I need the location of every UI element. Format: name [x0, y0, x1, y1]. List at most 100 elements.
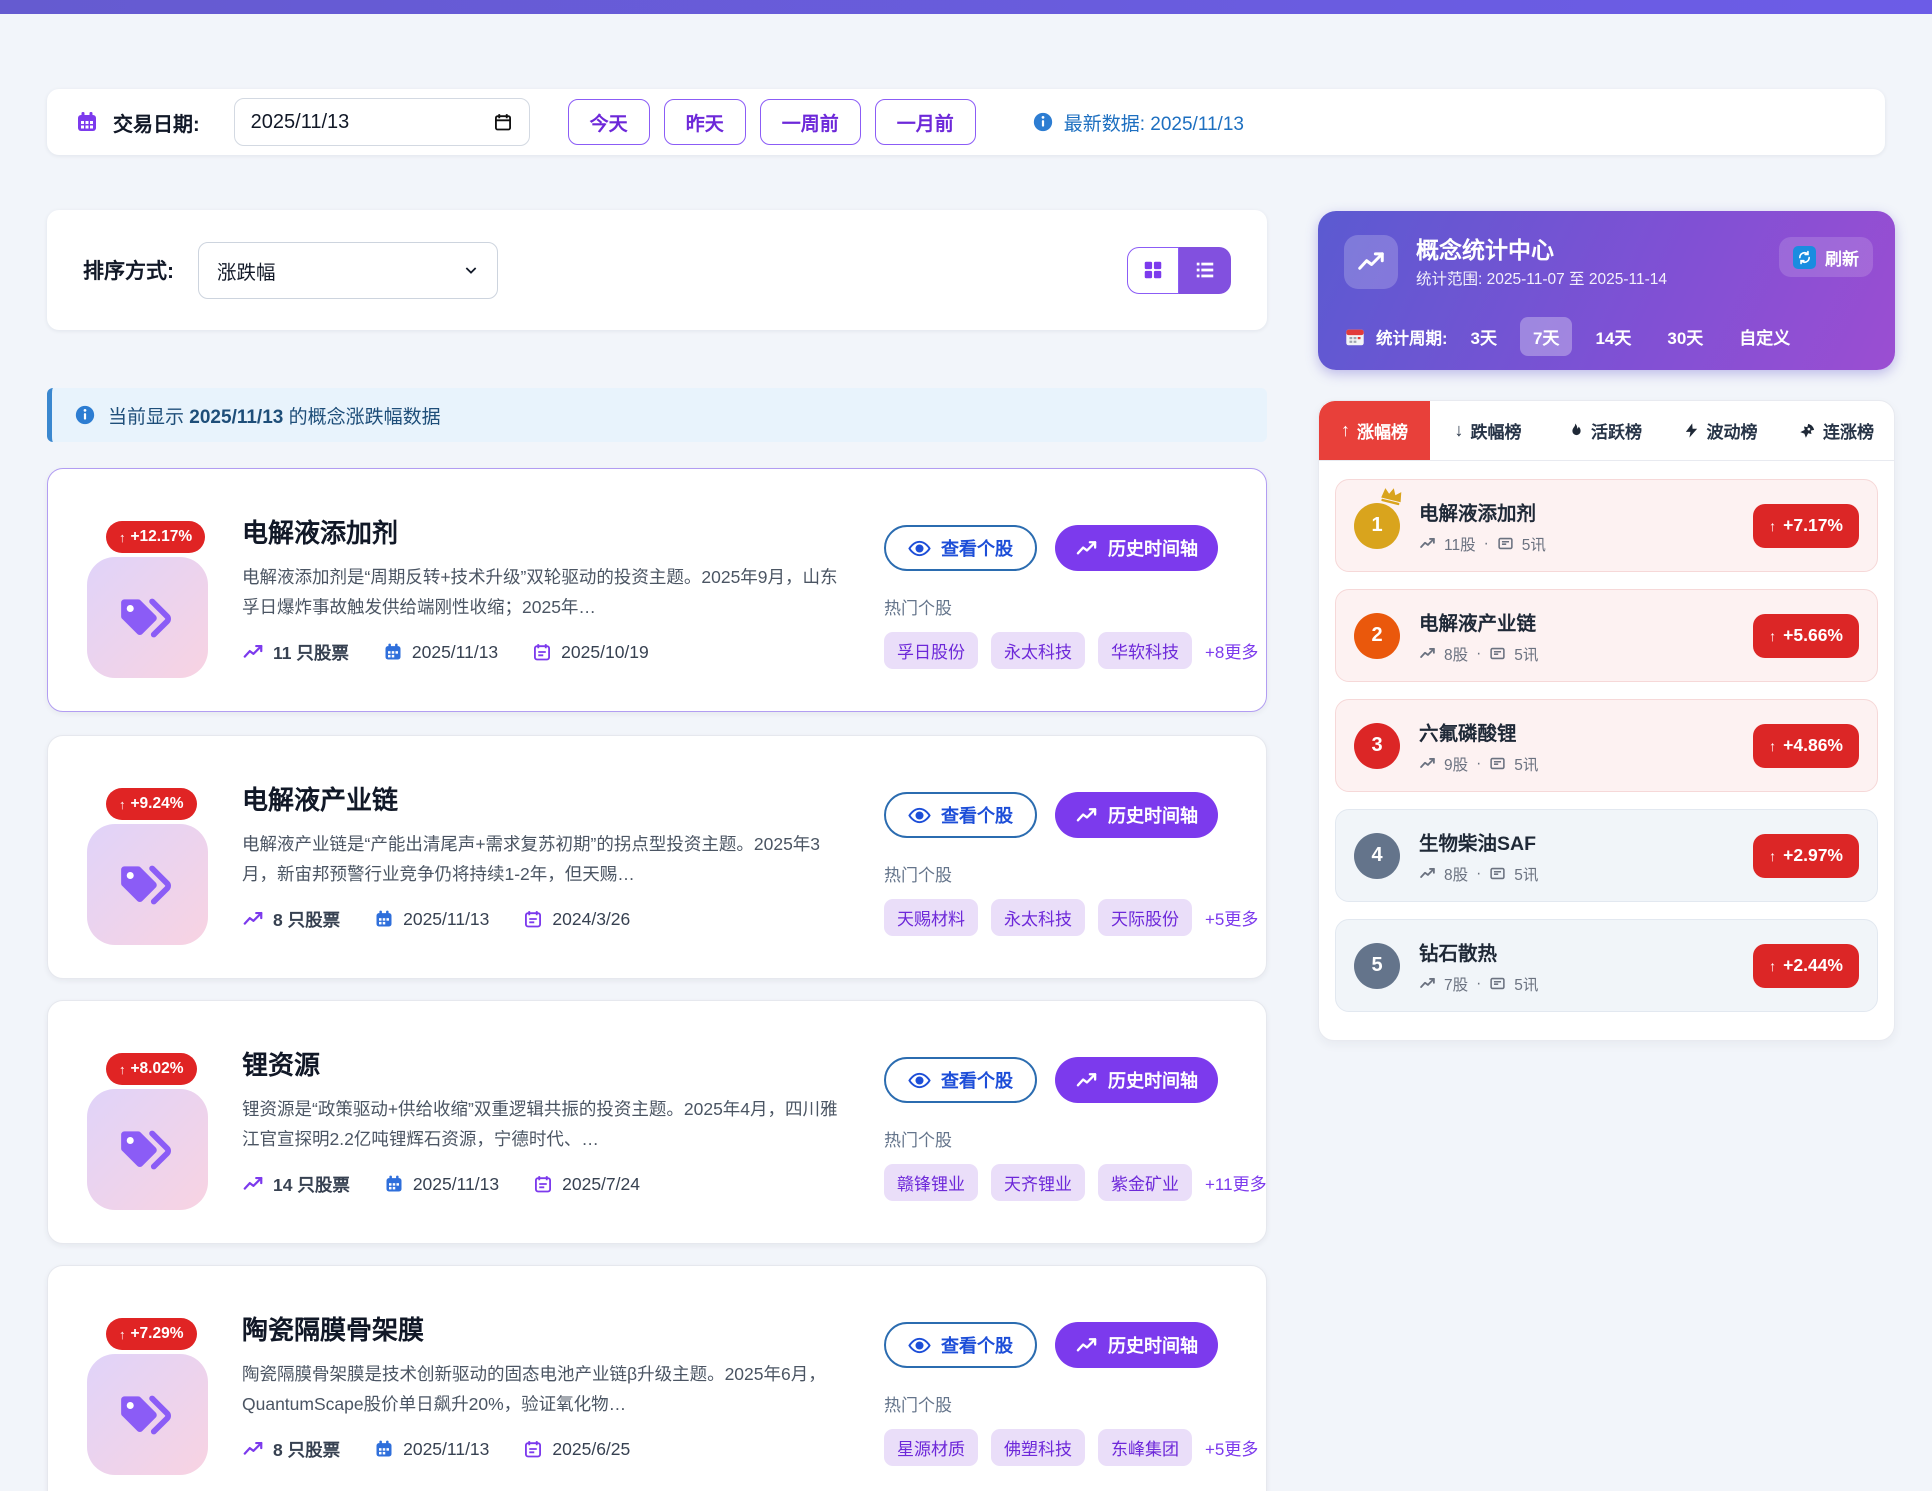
- start-date: 2025/10/19: [532, 642, 649, 663]
- list-view-button[interactable]: [1179, 247, 1231, 294]
- chart-line-icon: [242, 641, 264, 663]
- ranking-item[interactable]: 1 电解液添加剂 11股 · 5讯 ↑+7.17%: [1335, 479, 1878, 572]
- stock-chip[interactable]: 孚日股份: [884, 632, 978, 669]
- period-row: 统计周期: 3天 7天 14天 30天 自定义: [1344, 317, 1803, 356]
- period-30d-button[interactable]: 30天: [1654, 317, 1716, 356]
- view-stocks-button[interactable]: 查看个股: [884, 792, 1037, 838]
- stock-chip[interactable]: 天赐材料: [884, 899, 978, 936]
- grid-view-button[interactable]: [1127, 247, 1179, 294]
- chart-line-icon: [242, 1173, 264, 1195]
- period-custom-button[interactable]: 自定义: [1726, 317, 1803, 356]
- ranking-item[interactable]: 5 钻石散热 7股 · 5讯 ↑+2.44%: [1335, 919, 1878, 1012]
- chart-line-icon: [242, 1438, 264, 1460]
- history-timeline-button[interactable]: 历史时间轴: [1055, 792, 1218, 838]
- stock-chip[interactable]: 永太科技: [991, 632, 1085, 669]
- stock-chip[interactable]: 东峰集团: [1098, 1429, 1192, 1466]
- period-label: 统计周期:: [1376, 325, 1448, 349]
- flame-icon: [1566, 422, 1584, 440]
- ranking-panel: ↑ 涨幅榜 ↓ 跌幅榜 活跃榜 波动榜 连涨榜 1 电解液添加剂: [1318, 400, 1895, 1041]
- concept-card[interactable]: ↑+9.24% 电解液产业链 电解液产业链是“产能出清尾声+需求复苏初期”的拐点…: [47, 735, 1267, 979]
- ranking-meta: 8股 · 5讯: [1419, 643, 1538, 665]
- ranking-item[interactable]: 4 生物柴油SAF 8股 · 5讯 ↑+2.97%: [1335, 809, 1878, 902]
- concept-tile: [87, 824, 208, 945]
- rank-badge: 4: [1354, 833, 1400, 879]
- change-badge: ↑+9.24%: [106, 788, 197, 820]
- more-stocks-link[interactable]: +11更多: [1205, 1170, 1267, 1195]
- tab-losers[interactable]: ↓ 跌幅榜: [1430, 401, 1546, 460]
- dot-separator: ·: [1484, 535, 1489, 553]
- period-7d-button[interactable]: 7天: [1520, 317, 1572, 356]
- news-icon: [1489, 975, 1506, 992]
- stock-chip[interactable]: 天齐锂业: [991, 1164, 1085, 1201]
- ranking-meta: 11股 · 5讯: [1419, 533, 1546, 555]
- stock-chip[interactable]: 佛塑科技: [991, 1429, 1085, 1466]
- period-3d-button[interactable]: 3天: [1458, 317, 1510, 356]
- stock-chip[interactable]: 天际股份: [1098, 899, 1192, 936]
- hot-stocks-label: 热门个股: [884, 861, 1256, 886]
- down-arrow-icon: ↓: [1455, 420, 1464, 441]
- more-stocks-link[interactable]: +8更多: [1205, 638, 1258, 663]
- concept-actions: 查看个股 历史时间轴 热门个股 赣锋锂业 天齐锂业 紫金矿业 +11更多: [884, 1057, 1256, 1201]
- banner-text: 当前显示 2025/11/13 的概念涨跌幅数据: [108, 402, 441, 429]
- chart-line-icon: [1419, 755, 1436, 772]
- history-timeline-button[interactable]: 历史时间轴: [1055, 525, 1218, 571]
- ranking-meta: 8股 · 5讯: [1419, 863, 1538, 885]
- calendar-outline-icon: [532, 642, 552, 662]
- tab-streak[interactable]: 连涨榜: [1778, 401, 1894, 460]
- tab-gainers[interactable]: ↑ 涨幅榜: [1319, 401, 1430, 460]
- ranking-item-body: 六氟磷酸锂 9股 · 5讯: [1419, 717, 1538, 775]
- latest-data: 最新数据: 2025/11/13: [1032, 109, 1244, 136]
- stock-count: 8 只股票: [242, 907, 340, 932]
- sort-selected-value: 涨跌幅: [217, 256, 276, 285]
- tab-volatility[interactable]: 波动榜: [1662, 401, 1778, 460]
- view-stocks-button[interactable]: 查看个股: [884, 1322, 1037, 1368]
- tab-active[interactable]: 活跃榜: [1546, 401, 1662, 460]
- calendar-outline-icon: [523, 1439, 543, 1459]
- concept-actions: 查看个股 历史时间轴 热门个股 星源材质 佛塑科技 东峰集团 +5更多: [884, 1322, 1256, 1466]
- rank-badge: 3: [1354, 723, 1400, 769]
- stock-chip[interactable]: 华软科技: [1098, 632, 1192, 669]
- ranking-meta: 9股 · 5讯: [1419, 753, 1538, 775]
- hot-stocks-label: 热门个股: [884, 1391, 1256, 1416]
- date-input[interactable]: 2025/11/13: [234, 98, 530, 146]
- sort-select[interactable]: 涨跌幅: [198, 242, 498, 299]
- refresh-button[interactable]: 刷新: [1779, 237, 1873, 277]
- ranking-item[interactable]: 2 电解液产业链 8股 · 5讯 ↑+5.66%: [1335, 589, 1878, 682]
- chart-line-icon: [1356, 247, 1386, 277]
- stock-chip[interactable]: 星源材质: [884, 1429, 978, 1466]
- concept-card[interactable]: ↑+8.02% 锂资源 锂资源是“政策驱动+供给收缩”双重逻辑共振的投资主题。2…: [47, 1000, 1267, 1244]
- up-arrow-icon: ↑: [119, 797, 126, 812]
- period-14d-button[interactable]: 14天: [1582, 317, 1644, 356]
- more-stocks-link[interactable]: +5更多: [1205, 905, 1258, 930]
- view-stocks-button[interactable]: 查看个股: [884, 1057, 1037, 1103]
- stock-chip[interactable]: 赣锋锂业: [884, 1164, 978, 1201]
- ranking-title: 六氟磷酸锂: [1419, 717, 1538, 746]
- stock-chip[interactable]: 紫金矿业: [1098, 1164, 1192, 1201]
- ranking-meta: 7股 · 5讯: [1419, 973, 1538, 995]
- ranking-tabs: ↑ 涨幅榜 ↓ 跌幅榜 活跃榜 波动榜 连涨榜: [1319, 401, 1894, 461]
- ranking-title: 钻石散热: [1419, 937, 1538, 966]
- yesterday-button[interactable]: 昨天: [664, 99, 746, 145]
- concept-card[interactable]: ↑+7.29% 陶瓷隔膜骨架膜 陶瓷隔膜骨架膜是技术创新驱动的固态电池产业链β升…: [47, 1265, 1267, 1491]
- week-ago-button[interactable]: 一周前: [760, 99, 861, 145]
- more-stocks-link[interactable]: +5更多: [1205, 1435, 1258, 1460]
- today-button[interactable]: 今天: [568, 99, 650, 145]
- concept-card[interactable]: ↑+12.17% 电解液添加剂 电解液添加剂是“周期反转+技术升级”双轮驱动的投…: [47, 468, 1267, 712]
- history-timeline-button[interactable]: 历史时间轴: [1055, 1322, 1218, 1368]
- concept-meta: 11 只股票 2025/11/13 2025/10/19: [242, 640, 862, 665]
- up-arrow-icon: ↑: [119, 1062, 126, 1077]
- sort-bar: 排序方式: 涨跌幅: [47, 210, 1267, 330]
- concept-actions: 查看个股 历史时间轴 热门个股 孚日股份 永太科技 华软科技 +8更多: [884, 525, 1256, 669]
- month-ago-button[interactable]: 一月前: [875, 99, 976, 145]
- view-toggle: [1127, 247, 1231, 294]
- stock-chip[interactable]: 永太科技: [991, 899, 1085, 936]
- tag-icon: [117, 593, 179, 643]
- chart-line-icon: [242, 908, 264, 930]
- history-timeline-button[interactable]: 历史时间轴: [1055, 1057, 1218, 1103]
- view-stocks-button[interactable]: 查看个股: [884, 525, 1037, 571]
- ranking-item[interactable]: 3 六氟磷酸锂 9股 · 5讯 ↑+4.86%: [1335, 699, 1878, 792]
- rank-badge: 1: [1354, 503, 1400, 549]
- stats-range: 统计范围: 2025-11-07 至 2025-11-14: [1416, 267, 1667, 289]
- concept-title: 锂资源: [242, 1045, 862, 1082]
- concept-body: 电解液添加剂 电解液添加剂是“周期反转+技术升级”双轮驱动的投资主题。2025年…: [242, 513, 862, 665]
